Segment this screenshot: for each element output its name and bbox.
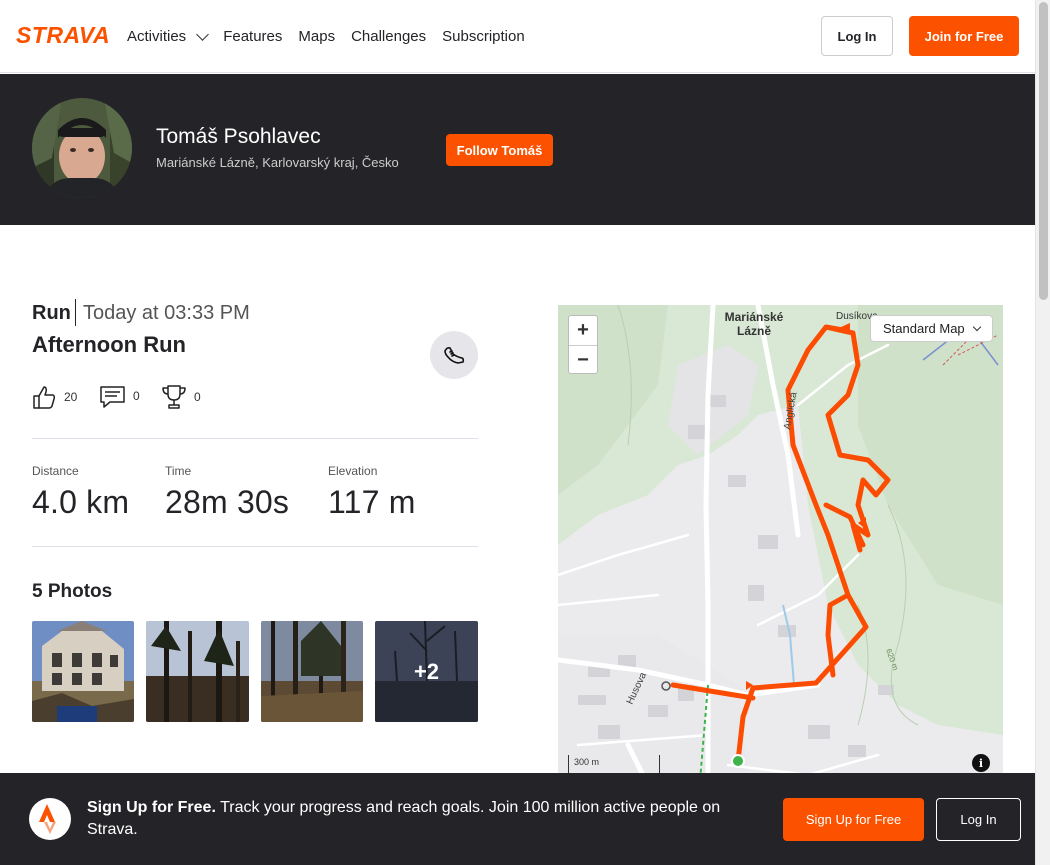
- signup-button[interactable]: Sign Up for Free: [783, 798, 924, 841]
- chevron-down-icon: [196, 27, 210, 41]
- map-contour-label: 620 m: [884, 648, 900, 672]
- nav-item-maps[interactable]: Maps: [298, 28, 335, 45]
- nav-item-features[interactable]: Features: [223, 28, 282, 45]
- photos-title: 5 Photos: [32, 581, 113, 602]
- avatar-photo: [32, 98, 132, 198]
- strava-logo-icon: [29, 798, 71, 840]
- main-nav: Activities Features Maps Challenges Subs…: [127, 0, 525, 73]
- stat-elevation: Elevation 117 m: [328, 464, 416, 521]
- trophy-icon: [162, 385, 186, 409]
- kudos-button[interactable]: 20: [32, 384, 77, 410]
- stat-label: Elevation: [328, 464, 378, 478]
- achievements-count: 0: [194, 390, 201, 404]
- nav-item-activities[interactable]: Activities: [127, 27, 210, 45]
- sport-shoe-icon: [430, 331, 478, 379]
- map-style-select[interactable]: Standard Map: [870, 315, 993, 342]
- chevron-down-icon: [972, 322, 982, 332]
- scrollbar-thumb[interactable]: [1039, 2, 1048, 300]
- signup-login-button[interactable]: Log In: [936, 798, 1021, 841]
- activity-page: STRAVA Activities Features Maps Challeng…: [0, 0, 1035, 865]
- svg-text:STRAVA: STRAVA: [16, 24, 110, 46]
- signup-headline: Sign Up for Free.: [87, 799, 216, 816]
- map-style-label: Standard Map: [883, 321, 965, 336]
- top-navigation: STRAVA Activities Features Maps Challeng…: [0, 0, 1035, 73]
- avatar[interactable]: [32, 98, 132, 198]
- page-scrollbar[interactable]: [1035, 0, 1050, 865]
- nav-item-label: Maps: [298, 28, 336, 45]
- photo-thumbnail[interactable]: [32, 621, 134, 722]
- nav-item-label: Activities: [127, 28, 187, 45]
- athlete-location: Mariánské Lázně, Karlovarský kraj, Česko: [156, 155, 399, 170]
- nav-item-subscription[interactable]: Subscription: [442, 28, 525, 45]
- nav-item-label: Challenges: [351, 28, 427, 45]
- start-marker: [731, 754, 745, 768]
- follow-button[interactable]: Follow Tomáš: [446, 134, 553, 166]
- nav-item-challenges[interactable]: Challenges: [351, 28, 426, 45]
- stat-label: Distance: [32, 464, 79, 478]
- comments-button[interactable]: 0: [100, 384, 140, 408]
- comment-icon: [100, 386, 125, 408]
- map-place-label: Lázně: [737, 324, 771, 338]
- more-photos-button[interactable]: +2: [375, 621, 478, 722]
- divider: [32, 438, 478, 439]
- more-photos-label: +2: [413, 658, 440, 684]
- login-button[interactable]: Log In: [821, 16, 893, 56]
- zoom-control: + −: [568, 315, 598, 374]
- nav-item-label: Features: [223, 28, 283, 45]
- strava-logo[interactable]: STRAVA: [16, 24, 111, 46]
- join-button[interactable]: Join for Free: [909, 16, 1019, 56]
- map-scale: 300 m: [568, 755, 660, 775]
- stat-label: Time: [165, 464, 192, 478]
- photo-thumbnail[interactable]: [261, 621, 363, 722]
- divider: [32, 546, 478, 547]
- comments-count: 0: [133, 389, 140, 403]
- zoom-out-button[interactable]: −: [569, 346, 597, 375]
- stat-value: 117 m: [328, 484, 416, 520]
- stat-distance: Distance 4.0 km: [32, 464, 129, 521]
- athlete-banner: Tomáš Psohlavec Mariánské Lázně, Karlova…: [0, 74, 1035, 225]
- activity-date: Today at 03:33 PM: [83, 302, 250, 324]
- stat-value: 4.0 km: [32, 484, 130, 520]
- activity-type: Run: [32, 302, 71, 324]
- zoom-in-button[interactable]: +: [569, 316, 597, 345]
- signup-message: Sign Up for Free. Track your progress an…: [87, 797, 757, 841]
- athlete-name[interactable]: Tomáš Psohlavec: [156, 125, 321, 149]
- kudos-count: 20: [64, 390, 78, 404]
- info-icon[interactable]: i: [972, 754, 990, 772]
- stat-value: 28m 30s: [165, 484, 290, 520]
- photo-thumbnail[interactable]: [146, 621, 249, 722]
- achievements-button[interactable]: 0: [162, 384, 201, 410]
- map-place-label: Mariánské: [725, 310, 784, 324]
- activity-title: Afternoon Run: [32, 332, 186, 357]
- thumbs-up-icon: [33, 386, 56, 409]
- nav-item-label: Subscription: [442, 28, 525, 45]
- stat-time: Time 28m 30s: [165, 464, 289, 521]
- divider: [75, 299, 76, 326]
- signup-banner: Sign Up for Free. Track your progress an…: [0, 773, 1035, 865]
